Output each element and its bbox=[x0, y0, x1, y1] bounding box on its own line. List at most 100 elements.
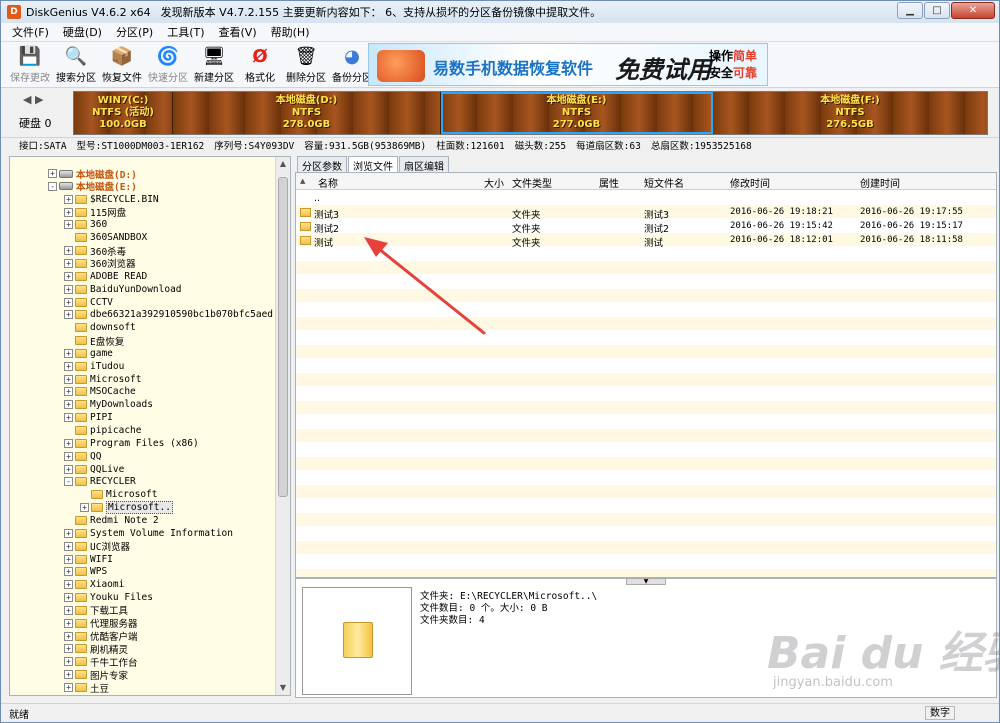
expand-icon[interactable]: + bbox=[64, 631, 73, 641]
tree-folder-item[interactable]: + 千牛工作台 bbox=[64, 655, 138, 669]
expand-icon[interactable]: + bbox=[64, 207, 73, 217]
col-created[interactable]: 创建时间 bbox=[860, 175, 900, 190]
expand-icon[interactable]: + bbox=[64, 618, 73, 628]
expand-icon[interactable]: + bbox=[64, 194, 73, 204]
col-short-name[interactable]: 短文件名 bbox=[644, 175, 684, 190]
tree-folder-item[interactable]: + WPS bbox=[64, 565, 107, 578]
menu-tools[interactable]: 工具(T) bbox=[160, 24, 211, 40]
expand-icon[interactable]: + bbox=[64, 297, 73, 307]
expand-icon[interactable]: + bbox=[64, 220, 73, 230]
file-list[interactable]: ▲ 名称 大小 文件类型 属性 短文件名 修改时间 创建时间 .. 测试3 文件… bbox=[295, 172, 997, 578]
tree-folder-item[interactable]: + MyDownloads bbox=[64, 398, 153, 411]
expand-icon[interactable]: + bbox=[64, 413, 73, 423]
tree-folder-item[interactable]: + Program Files (x86) bbox=[64, 437, 199, 450]
expand-icon[interactable]: + bbox=[64, 644, 73, 654]
splitter-handle[interactable]: ▼ bbox=[626, 578, 666, 585]
tree-folder-item[interactable]: + Youku Files bbox=[64, 591, 153, 604]
expand-icon[interactable]: + bbox=[64, 284, 73, 294]
tree-folder-item[interactable]: + Microsoft bbox=[64, 373, 141, 386]
maximize-button[interactable]: □ bbox=[924, 2, 950, 19]
tree-folder-item[interactable]: + 优酷客户端 bbox=[64, 630, 138, 643]
file-row[interactable]: 测试3 文件夹 测试3 2016-06-26 19:18:21 2016-06-… bbox=[296, 206, 996, 221]
expand-icon[interactable]: + bbox=[64, 657, 73, 667]
tree-folder-item[interactable]: + WIFI bbox=[64, 553, 113, 566]
tree-folder-item[interactable]: + Microsoft.. bbox=[80, 501, 173, 515]
tree-drive-item[interactable]: - 本地磁盘(E:) bbox=[48, 180, 137, 193]
expand-icon[interactable]: + bbox=[64, 246, 73, 256]
expand-icon[interactable]: + bbox=[48, 169, 57, 178]
search-partition-button[interactable]: 🔍 搜索分区 bbox=[53, 42, 99, 86]
expand-icon[interactable]: + bbox=[64, 451, 73, 461]
expand-icon[interactable]: + bbox=[64, 605, 73, 615]
close-button[interactable]: ✕ bbox=[951, 2, 995, 19]
expand-icon[interactable]: + bbox=[64, 528, 73, 538]
menu-partition[interactable]: 分区(P) bbox=[109, 24, 160, 40]
tree-drive-item[interactable]: + 本地磁盘(D:) bbox=[48, 167, 137, 181]
file-row[interactable]: 测试2 文件夹 测试2 2016-06-26 19:15:42 2016-06-… bbox=[296, 220, 996, 235]
tree-folder-item[interactable]: E盘恢复 bbox=[64, 334, 124, 348]
expand-icon[interactable]: + bbox=[64, 593, 73, 603]
partition-e[interactable]: 本地磁盘(E:) NTFS 277.0GB bbox=[441, 92, 713, 134]
menu-view[interactable]: 查看(V) bbox=[212, 24, 264, 40]
tree-folder-item[interactable]: + QQ bbox=[64, 450, 101, 463]
tab-sector-edit[interactable]: 扇区编辑 bbox=[399, 156, 449, 173]
tree-folder-item[interactable]: Microsoft bbox=[80, 488, 157, 501]
tree-folder-item[interactable]: +115网盘 bbox=[64, 206, 126, 219]
tree-folder-item[interactable]: + game bbox=[64, 347, 113, 360]
partition-f[interactable]: 本地磁盘(F:) NTFS 276.5GB bbox=[713, 92, 987, 134]
menu-file[interactable]: 文件(F) bbox=[5, 24, 56, 40]
col-attr[interactable]: 属性 bbox=[599, 175, 619, 190]
tree-folder-item[interactable]: + Xiaomi bbox=[64, 578, 124, 591]
tree-folder-item[interactable]: + iTudou bbox=[64, 360, 124, 373]
file-row[interactable]: 测试 文件夹 测试 2016-06-26 18:12:01 2016-06-26… bbox=[296, 234, 996, 249]
tree-folder-item[interactable]: - RECYCLER bbox=[64, 475, 136, 488]
tree-folder-item[interactable]: +360杀毒 bbox=[64, 244, 126, 258]
tree-scrollbar[interactable]: ▲ ▼ bbox=[275, 157, 290, 695]
tree-folder-item[interactable]: + QQLive bbox=[64, 463, 124, 476]
scroll-thumb[interactable] bbox=[278, 177, 288, 497]
scroll-up-icon[interactable]: ▲ bbox=[276, 157, 290, 171]
expand-icon[interactable]: + bbox=[64, 683, 73, 692]
expand-icon[interactable]: + bbox=[64, 438, 73, 448]
col-name[interactable]: 名称 bbox=[318, 175, 338, 190]
expand-icon[interactable]: + bbox=[64, 541, 73, 551]
expand-icon[interactable]: + bbox=[64, 554, 73, 564]
ad-banner[interactable]: 易数手机数据恢复软件 免费试用 操作简单 安全可靠 bbox=[368, 43, 768, 86]
tree-folder-item[interactable]: + 下载工具 bbox=[64, 604, 128, 617]
tree-folder-item[interactable]: + UC浏览器 bbox=[64, 540, 130, 553]
tree-folder-item[interactable]: +360浏览器 bbox=[64, 257, 136, 270]
disk-nav-arrows[interactable]: ◀ ▶ bbox=[23, 93, 43, 106]
minimize-button[interactable]: ▁ bbox=[897, 2, 923, 19]
col-size[interactable]: 大小 bbox=[484, 175, 504, 190]
partition-d[interactable]: 本地磁盘(D:) NTFS 278.0GB bbox=[173, 92, 441, 134]
tree-folder-item[interactable]: + BaiduYunDownload bbox=[64, 283, 182, 296]
tree-folder-item[interactable]: + 土豆 bbox=[64, 681, 109, 695]
new-partition-button[interactable]: 🖥 新建分区 bbox=[191, 42, 237, 86]
expand-icon[interactable]: + bbox=[64, 348, 73, 358]
collapse-icon[interactable]: - bbox=[48, 181, 57, 191]
expand-icon[interactable]: + bbox=[64, 310, 73, 320]
expand-icon[interactable]: + bbox=[64, 464, 73, 474]
tree-folder-item[interactable]: + ADOBE READ bbox=[64, 270, 147, 283]
recover-files-button[interactable]: 📦 恢复文件 bbox=[99, 42, 145, 86]
tree-folder-item[interactable]: + System Volume Information bbox=[64, 527, 233, 540]
tree-folder-item[interactable]: + 代理服务器 bbox=[64, 617, 138, 630]
tree-folder-item[interactable]: pipicache bbox=[64, 424, 141, 437]
partition-c[interactable]: WIN7(C:) NTFS (活动) 100.0GB bbox=[74, 92, 173, 134]
col-type[interactable]: 文件类型 bbox=[512, 175, 552, 190]
scroll-down-icon[interactable]: ▼ bbox=[276, 681, 290, 695]
delete-partition-button[interactable]: 🗑 删除分区 bbox=[283, 42, 329, 86]
tab-partition-params[interactable]: 分区参数 bbox=[297, 156, 347, 173]
tree-folder-item[interactable]: +360 bbox=[64, 218, 107, 231]
tree-folder-item[interactable]: + CCTV bbox=[64, 296, 113, 309]
tree-folder-item[interactable]: + 刷机精灵 bbox=[64, 642, 128, 656]
tree-folder-item[interactable]: downsoft bbox=[64, 321, 136, 334]
expand-icon[interactable]: + bbox=[64, 670, 73, 680]
expand-icon[interactable]: + bbox=[80, 503, 89, 513]
tree-folder-item[interactable]: + dbe66321a392910590bc1b070bfc5aed bbox=[64, 308, 273, 321]
menu-disk[interactable]: 硬盘(D) bbox=[56, 24, 109, 40]
expand-icon[interactable]: + bbox=[64, 567, 73, 577]
format-button[interactable]: Ø 格式化 bbox=[237, 42, 283, 86]
expand-icon[interactable]: + bbox=[64, 400, 73, 410]
title-bar[interactable]: D DiskGenius V4.6.2 x64 发现新版本 V4.7.2.155… bbox=[1, 1, 999, 23]
